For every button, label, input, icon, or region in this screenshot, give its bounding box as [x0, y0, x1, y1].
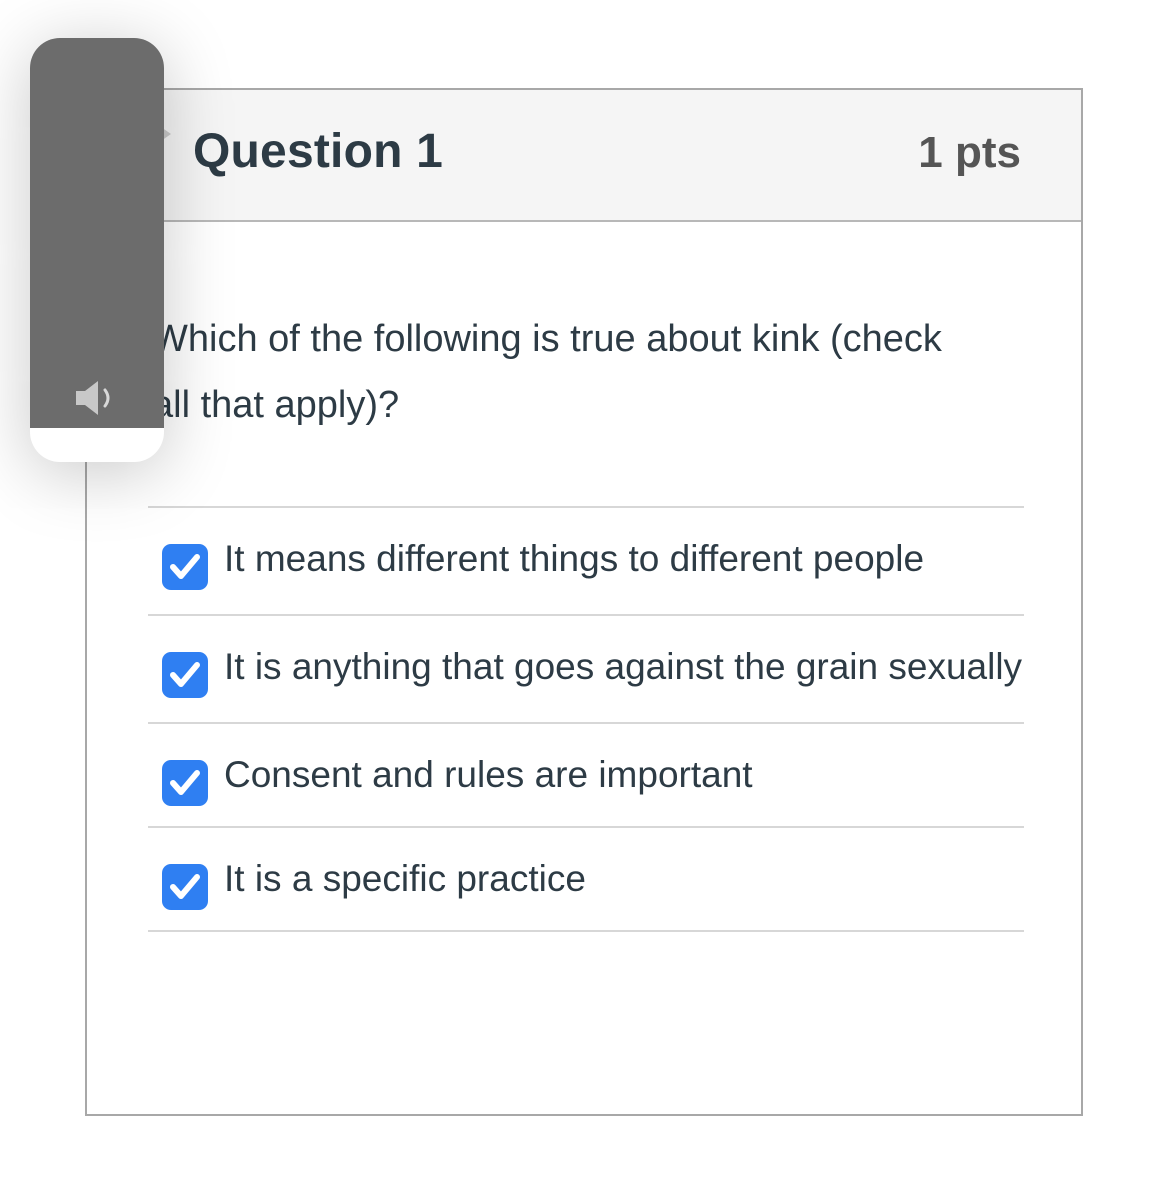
- answer-label: It is anything that goes against the gra…: [224, 646, 1023, 687]
- question-text: Which of the following is true about kin…: [152, 318, 942, 426]
- checkmark-icon: [170, 554, 200, 579]
- question-header: Question 1 1 pts: [87, 90, 1081, 222]
- answer-label: It means different things to different p…: [224, 538, 925, 579]
- checkmark-icon: [170, 874, 200, 899]
- volume-overlay: [30, 38, 164, 462]
- answer-option[interactable]: Consent and rules are important: [148, 724, 1024, 828]
- question-card: Question 1 1 pts Which of the following …: [85, 88, 1083, 1116]
- checkmark-icon: [170, 662, 200, 687]
- checkbox-checked[interactable]: [162, 544, 208, 590]
- checkbox-checked[interactable]: [162, 760, 208, 806]
- quiz-page: Question 1 1 pts Which of the following …: [0, 0, 1170, 1182]
- answer-option[interactable]: It means different things to different p…: [148, 508, 1024, 616]
- checkbox-checked[interactable]: [162, 864, 208, 910]
- answer-option[interactable]: It is anything that goes against the gra…: [148, 616, 1024, 724]
- answer-option[interactable]: It is a specific practice: [148, 828, 1024, 932]
- speaker-icon: [76, 381, 110, 415]
- answer-list: It means different things to different p…: [148, 506, 1024, 932]
- question-title: Question 1: [193, 125, 444, 178]
- checkmark-icon: [170, 770, 200, 795]
- answer-label: Consent and rules are important: [224, 754, 753, 795]
- volume-level: [30, 38, 164, 428]
- checkbox-checked[interactable]: [162, 652, 208, 698]
- answer-label: It is a specific practice: [224, 858, 586, 899]
- question-points: 1 pts: [918, 128, 1021, 177]
